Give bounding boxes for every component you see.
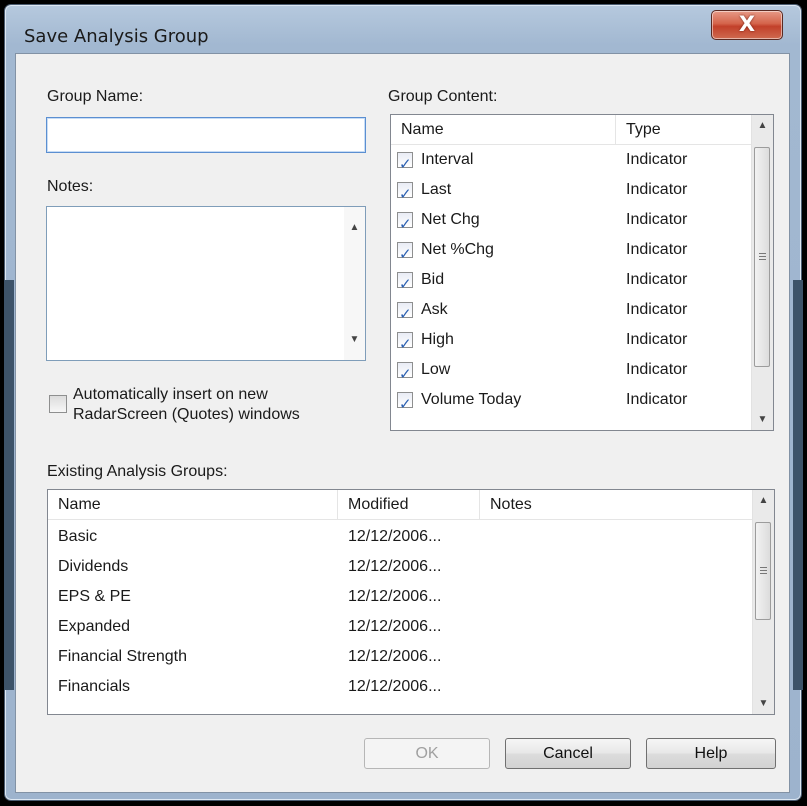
table-row[interactable]: Dividends 12/12/2006... [48,552,754,582]
row-checkbox[interactable] [397,359,413,389]
group-name-cell: Financials [58,678,131,695]
item-name: Low [421,361,451,378]
item-name: Net Chg [421,211,480,228]
row-checkbox[interactable] [397,239,413,269]
help-button[interactable]: Help [646,738,776,769]
item-type: Indicator [626,241,688,258]
existing-groups-scrollbar[interactable]: ▲ ▼ [752,490,774,714]
item-name: Bid [421,271,445,288]
row-checkbox[interactable] [397,269,413,299]
list-item[interactable]: Volume Today Indicator [391,385,753,419]
modified-cell: 12/12/2006... [348,618,442,635]
table-row[interactable]: Basic 12/12/2006... [48,522,754,552]
dialog-title: Save Analysis Group [24,26,209,47]
checkbox-box[interactable] [49,395,67,413]
item-name: Interval [421,151,474,168]
list-item[interactable]: High Indicator [391,325,753,359]
notes-label: Notes: [47,178,94,195]
close-icon: X [738,12,756,36]
group-name-input[interactable] [47,118,365,152]
item-name: High [421,331,454,348]
scroll-down-icon[interactable]: ▼ [344,329,365,350]
list-item[interactable]: Low Indicator [391,355,753,389]
scroll-down-icon[interactable]: ▼ [753,693,774,714]
row-checkbox[interactable] [397,209,413,239]
row-checkbox[interactable] [397,389,413,419]
auto-insert-checkbox[interactable] [49,395,67,413]
column-header-modified[interactable]: Modified [338,490,480,520]
list-item[interactable]: Ask Indicator [391,295,753,329]
window-shadow-left [4,280,14,690]
group-name-cell: Basic [58,528,98,545]
auto-insert-label-line2: RadarScreen (Quotes) windows [73,406,300,423]
modified-cell: 12/12/2006... [348,678,442,695]
list-item[interactable]: Bid Indicator [391,265,753,299]
group-name-label: Group Name: [47,88,144,105]
group-name-cell: Expanded [58,618,131,635]
grip-icon [759,253,766,260]
item-name: Volume Today [421,391,522,408]
column-header-name[interactable]: Name [48,490,338,520]
list-item[interactable]: Net Chg Indicator [391,205,753,239]
item-type: Indicator [626,391,688,408]
scroll-down-icon[interactable]: ▼ [752,409,773,430]
item-type: Indicator [626,181,688,198]
notes-field[interactable]: ▲ ▼ [46,206,366,361]
group-name-cell: EPS & PE [58,588,131,605]
list-item[interactable]: Last Indicator [391,175,753,209]
modified-cell: 12/12/2006... [348,528,442,545]
group-name-field[interactable] [46,117,366,153]
group-content-label: Group Content: [388,88,498,105]
scroll-up-icon[interactable]: ▲ [344,217,365,238]
item-type: Indicator [626,301,688,318]
modified-cell: 12/12/2006... [348,588,442,605]
item-name: Last [421,181,452,198]
close-button[interactable]: X [711,10,783,40]
item-type: Indicator [626,211,688,228]
notes-scrollbar[interactable]: ▲ ▼ [344,207,365,360]
item-type: Indicator [626,361,688,378]
scroll-thumb[interactable] [754,147,770,367]
column-header-name[interactable]: Name [391,115,616,145]
group-name-cell: Financial Strength [58,648,187,665]
table-row[interactable]: Financial Strength 12/12/2006... [48,642,754,672]
grip-icon [760,567,767,574]
existing-groups-list[interactable]: Name Modified Notes Basic 12/12/2006... Di… [47,489,775,715]
item-type: Indicator [626,331,688,348]
scroll-up-icon[interactable]: ▲ [753,490,774,511]
ok-button[interactable]: OK [364,738,490,769]
scroll-thumb[interactable] [755,522,771,620]
item-name: Ask [421,301,448,318]
list-item[interactable]: Net %Chg Indicator [391,235,753,269]
row-checkbox[interactable] [397,179,413,209]
table-row[interactable]: EPS & PE 12/12/2006... [48,582,754,612]
group-content-scrollbar[interactable]: ▲ ▼ [751,115,773,430]
list-item[interactable]: Interval Indicator [391,145,753,179]
table-row[interactable]: Expanded 12/12/2006... [48,612,754,642]
group-content-list[interactable]: Name Type Interval Indicator Last Indicator… [390,114,774,431]
column-header-notes[interactable]: Notes [480,490,754,520]
scroll-up-icon[interactable]: ▲ [752,115,773,136]
modified-cell: 12/12/2006... [348,648,442,665]
row-checkbox[interactable] [397,149,413,179]
item-type: Indicator [626,151,688,168]
table-row[interactable]: Financials 12/12/2006... [48,672,754,702]
row-checkbox[interactable] [397,299,413,329]
existing-groups-label: Existing Analysis Groups: [47,463,228,480]
group-name-cell: Dividends [58,558,129,575]
cancel-button[interactable]: Cancel [505,738,631,769]
row-checkbox[interactable] [397,329,413,359]
dialog-client-area: Group Name: Notes: ▲ ▼ Automatically ins… [15,53,790,793]
column-header-type[interactable]: Type [616,115,753,145]
item-type: Indicator [626,271,688,288]
window-shadow-right [793,280,803,690]
auto-insert-label-line1: Automatically insert on new [73,386,268,403]
auto-insert-label: Automatically insert on new RadarScreen … [73,385,300,425]
modified-cell: 12/12/2006... [348,558,442,575]
item-name: Net %Chg [421,241,494,258]
